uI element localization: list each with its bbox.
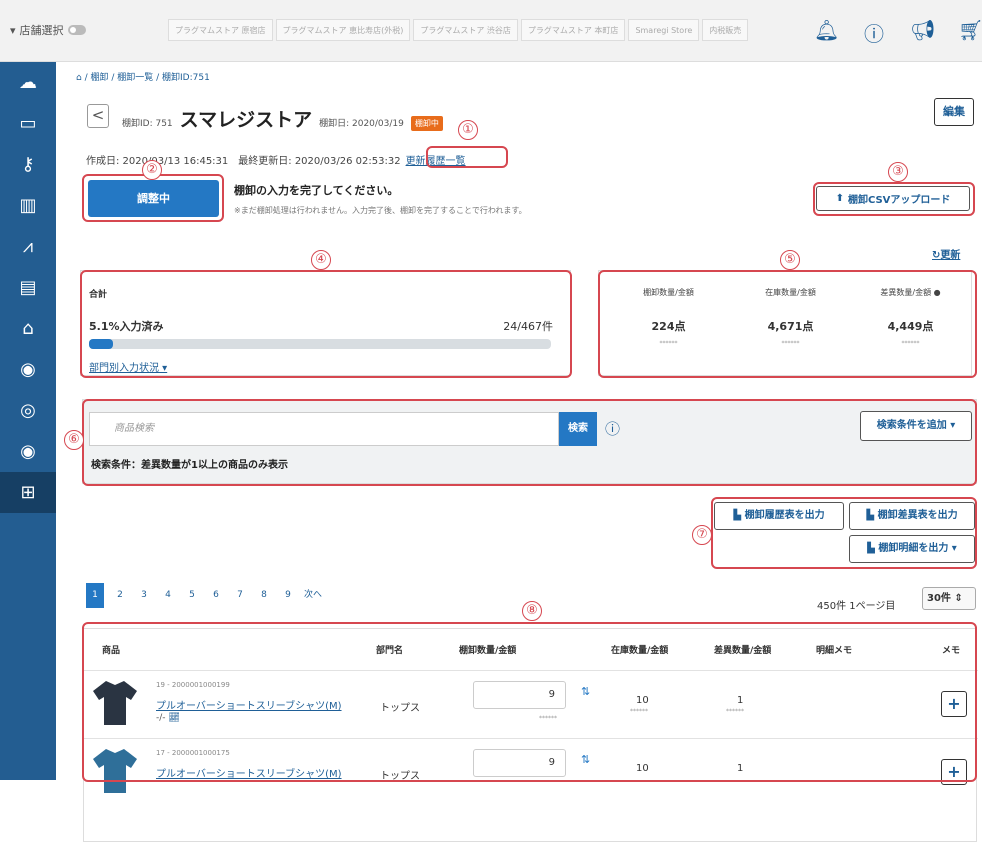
annotation-number-4: ④ [311, 250, 331, 270]
sidebar: ☁ ▭ ⚷ ▥ ⩘ ▤ ⌂ ◉ ◎ ◉ ⊞ [0, 62, 56, 780]
annotation-box-3 [813, 182, 975, 216]
main-content: ⌂ / 棚卸 / 棚卸一覧 / 棚卸ID:751 < 棚卸ID: 751 スマレ… [56, 62, 982, 842]
edit-button[interactable]: 編集 [934, 98, 974, 126]
refresh-link[interactable]: ↻更新 [932, 246, 960, 261]
book-icon: ▥ [19, 195, 37, 216]
store-icon: ⌂ [22, 318, 34, 339]
page-8[interactable]: 8 [256, 583, 272, 608]
back-button[interactable]: < [87, 104, 109, 128]
store-tab[interactable]: プラグマムストア 恵比寿店(外税) [275, 19, 411, 41]
store-selector[interactable]: ▾ 店舗選択 [10, 22, 86, 38]
cart-icon[interactable]: 🛒︎ [958, 18, 982, 47]
sidebar-item-customer[interactable]: ◉ [0, 349, 56, 390]
line-chart-icon: ⩘ [22, 236, 34, 257]
store-tab[interactable]: Smaregi Store [628, 19, 700, 41]
status-badge: 棚卸中 [410, 116, 443, 131]
box-icon: ▭ [19, 113, 37, 134]
annotation-number-3: ③ [888, 162, 908, 182]
key-icon: ⚷ [21, 154, 35, 175]
page-9[interactable]: 9 [280, 583, 296, 608]
message-note: ※まだ棚卸処理は行われません。入力完了後、棚卸を完了することで行われます。 [234, 206, 527, 215]
home-icon[interactable]: ⌂ [76, 73, 82, 83]
message-text: 棚卸の入力を完了してください。 [234, 184, 399, 197]
caret-icon: ▾ [10, 23, 16, 37]
annotation-number-2: ② [142, 160, 162, 180]
breadcrumb-path[interactable]: / 棚卸 / 棚卸一覧 / 棚卸ID:751 [85, 73, 210, 83]
sidebar-item-book[interactable]: ▥ [0, 185, 56, 226]
user-icon: ◉ [20, 441, 36, 462]
breadcrumb: ⌂ / 棚卸 / 棚卸一覧 / 棚卸ID:751 [76, 70, 210, 83]
annotation-number-8: ⑧ [522, 601, 542, 621]
annotation-box-1 [426, 146, 508, 168]
page-info: 450件 1ページ目 [817, 601, 896, 612]
grid-icon: ⊞ [20, 482, 36, 503]
clipboard-icon: ▤ [19, 277, 37, 298]
store-tab[interactable]: プラグマムストア 原宿店 [168, 19, 273, 41]
inventory-date: 棚卸日: 2020/03/19 [319, 119, 404, 129]
page-7[interactable]: 7 [232, 583, 248, 608]
sidebar-item-clipboard[interactable]: ▤ [0, 267, 56, 308]
store-tab[interactable]: プラグマムストア 渋谷店 [413, 19, 518, 41]
person-icon: ◉ [20, 359, 36, 380]
page-1[interactable]: 1 [86, 583, 104, 608]
annotation-box-4 [80, 270, 572, 378]
page-2[interactable]: 2 [112, 583, 128, 608]
annotation-box-2 [82, 174, 224, 222]
annotation-number-7: ⑦ [692, 525, 712, 545]
sidebar-item-user[interactable]: ◉ [0, 431, 56, 472]
store-toggle[interactable] [67, 25, 86, 35]
store-tab[interactable]: プラグマムストア 本町店 [520, 19, 626, 41]
megaphone-icon[interactable]: 📢︎ [910, 18, 935, 47]
sidebar-item-graph[interactable]: ⩘ [0, 226, 56, 267]
annotation-box-5 [598, 270, 977, 378]
top-bar: ▾ 店舗選択 プラグマムストア 原宿店 プラグマムストア 恵比寿店(外税) プラグ… [0, 0, 982, 62]
bell-icon[interactable]: 🔔︎ [814, 18, 839, 47]
annotation-number-6: ⑥ [64, 430, 84, 450]
annotation-number-1: ① [458, 120, 478, 140]
page-4[interactable]: 4 [160, 583, 176, 608]
sidebar-item-store[interactable]: ⌂ [0, 308, 56, 349]
sidebar-item-cloud[interactable]: ☁ [0, 62, 56, 103]
pagination: 1 2 3 4 5 6 7 8 9 次へ [86, 583, 322, 608]
cloud-icon: ☁ [19, 72, 37, 93]
title-row: 棚卸ID: 751 スマレジストア 棚卸日: 2020/03/19 棚卸中 [122, 105, 443, 132]
sidebar-item-key[interactable]: ⚷ [0, 144, 56, 185]
per-page-select[interactable]: 30件 ⇕ [922, 587, 976, 610]
next-page[interactable]: 次へ [304, 583, 322, 608]
page-6[interactable]: 6 [208, 583, 224, 608]
target-icon: ◎ [20, 400, 36, 421]
completion-message: 棚卸の入力を完了してください。 ※まだ棚卸処理は行われません。入力完了後、棚卸を… [234, 182, 527, 216]
sidebar-item-inventory[interactable]: ⊞ [0, 472, 56, 513]
page-5[interactable]: 5 [184, 583, 200, 608]
inventory-id: 棚卸ID: 751 [122, 119, 173, 129]
page-title: スマレジストア [179, 109, 313, 131]
annotation-box-6 [82, 399, 977, 486]
dates-text: 作成日: 2020/03/13 16:45:31 最終更新日: 2020/03/… [86, 156, 401, 167]
annotation-box-7 [711, 497, 977, 569]
store-tabs: プラグマムストア 原宿店 プラグマムストア 恵比寿店(外税) プラグマムストア … [168, 19, 749, 41]
page-3[interactable]: 3 [136, 583, 152, 608]
sidebar-item-box[interactable]: ▭ [0, 103, 56, 144]
sidebar-item-target[interactable]: ◎ [0, 390, 56, 431]
annotation-box-8 [82, 622, 977, 782]
store-tab[interactable]: 内税販売 [702, 19, 749, 41]
help-icon[interactable]: ⓘ [862, 18, 886, 47]
annotation-number-5: ⑤ [780, 250, 800, 270]
